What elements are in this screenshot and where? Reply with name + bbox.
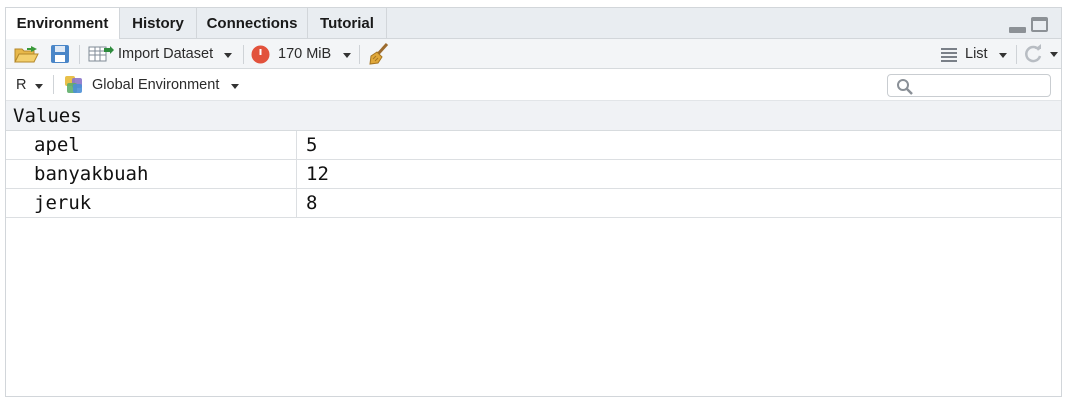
variable-value: 12 xyxy=(306,163,329,185)
table-row[interactable]: banyakbuah 12 xyxy=(6,160,1061,189)
chevron-down-icon xyxy=(343,53,351,58)
view-mode-dropdown[interactable]: List xyxy=(941,45,1011,65)
search-icon xyxy=(897,79,913,95)
chevron-down-icon xyxy=(999,53,1007,58)
import-dataset-button[interactable]: Import Dataset xyxy=(88,42,233,66)
refresh-button[interactable] xyxy=(1023,43,1059,65)
environment-dropdown[interactable]: Global Environment xyxy=(64,74,244,96)
tab-history[interactable]: History xyxy=(120,8,197,39)
environment-bar: R Global Environment xyxy=(6,69,1061,101)
toolbar-divider xyxy=(359,45,360,64)
maximize-icon[interactable] xyxy=(1031,17,1048,32)
chevron-down-icon xyxy=(35,84,43,89)
table-row[interactable]: apel 5 xyxy=(6,131,1061,160)
column-divider xyxy=(296,189,297,217)
variable-name: banyakbuah xyxy=(34,163,149,185)
search-input[interactable] xyxy=(887,74,1051,97)
table-row[interactable]: jeruk 8 xyxy=(6,189,1061,218)
values-section-title: Values xyxy=(13,105,82,127)
language-dropdown[interactable]: R xyxy=(16,75,46,95)
column-divider xyxy=(296,131,297,159)
language-label: R xyxy=(16,77,27,93)
memory-usage-button[interactable]: 170 MiB xyxy=(251,42,351,66)
chevron-down-icon xyxy=(231,84,239,89)
environment-pane: Environment History Connections Tutorial xyxy=(5,7,1062,397)
toolbar-divider xyxy=(243,45,244,64)
column-divider xyxy=(296,160,297,188)
tab-bar: Environment History Connections Tutorial xyxy=(6,8,1061,40)
save-icon[interactable] xyxy=(50,44,70,64)
environment-label: Global Environment xyxy=(92,77,220,93)
minimize-icon[interactable] xyxy=(1009,27,1026,33)
toolbar: Import Dataset 170 MiB List xyxy=(6,39,1061,69)
variable-name: jeruk xyxy=(34,192,92,214)
view-mode-label: List xyxy=(965,46,988,62)
tab-tutorial[interactable]: Tutorial xyxy=(308,8,387,39)
tab-environment[interactable]: Environment xyxy=(6,8,120,40)
import-dataset-label: Import Dataset xyxy=(118,46,214,62)
toolbar-divider xyxy=(1016,45,1017,64)
tab-connections[interactable]: Connections xyxy=(197,8,308,39)
open-folder-icon[interactable] xyxy=(13,43,41,65)
import-dataset-icon xyxy=(88,46,114,62)
variable-value: 5 xyxy=(306,134,318,156)
variable-name: apel xyxy=(34,134,80,156)
toolbar-divider xyxy=(53,75,54,94)
broom-icon[interactable] xyxy=(367,42,391,66)
chevron-down-icon xyxy=(224,53,232,58)
memory-usage-icon xyxy=(251,45,270,64)
variable-value: 8 xyxy=(306,192,318,214)
window-controls xyxy=(1009,17,1051,35)
memory-usage-label: 170 MiB xyxy=(278,46,332,62)
values-section-header[interactable]: Values xyxy=(6,101,1061,131)
refresh-icon xyxy=(1025,44,1042,63)
chevron-down-icon xyxy=(1050,52,1058,57)
global-env-icon xyxy=(65,76,82,93)
list-lines-icon xyxy=(941,48,957,62)
toolbar-divider xyxy=(79,45,80,64)
